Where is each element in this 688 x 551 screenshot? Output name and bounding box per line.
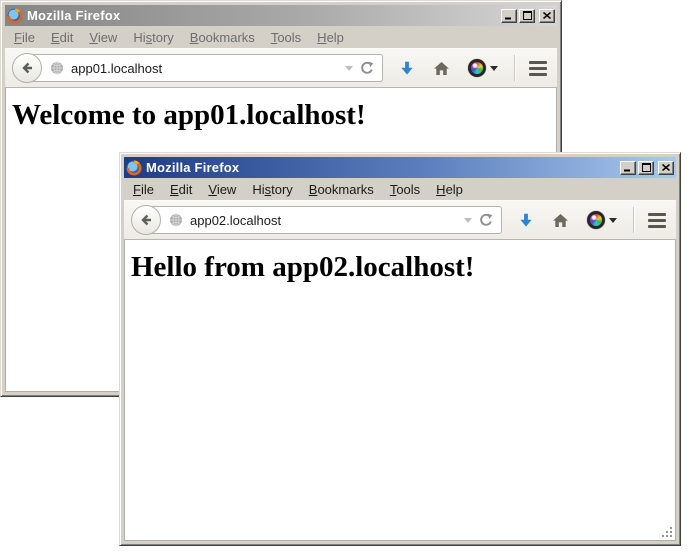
maximize-button[interactable] xyxy=(638,161,654,175)
close-icon xyxy=(543,12,551,19)
page-heading: Welcome to app01.localhost! xyxy=(12,99,550,132)
back-arrow-icon xyxy=(19,60,35,76)
navigation-toolbar: app01.localhost xyxy=(5,48,557,88)
download-button[interactable] xyxy=(518,213,534,228)
firefox-logo-icon xyxy=(7,8,23,24)
close-icon xyxy=(662,164,670,171)
navigation-toolbar: app02.localhost xyxy=(124,200,676,240)
minimize-icon xyxy=(505,11,513,20)
url-bar[interactable]: app01.localhost xyxy=(26,54,383,82)
color-wheel-icon xyxy=(468,59,486,77)
menu-item-view[interactable]: View xyxy=(82,28,124,47)
toolbar-separator xyxy=(633,207,634,233)
desktop: Mozilla Firefox File Edit View History B… xyxy=(0,0,688,551)
menu-bar: File Edit View History Bookmarks Tools H… xyxy=(124,178,676,200)
urlbar-dropdown-icon[interactable] xyxy=(464,218,472,227)
download-arrow-icon xyxy=(518,213,534,228)
menu-item-tools[interactable]: Tools xyxy=(264,28,308,47)
toolbar-button-group xyxy=(518,211,617,229)
menu-item-file[interactable]: File xyxy=(7,28,42,47)
toolbar-separator xyxy=(514,55,515,81)
menu-panel-button[interactable] xyxy=(648,213,666,228)
download-arrow-icon xyxy=(399,61,415,76)
resize-grip[interactable] xyxy=(660,525,674,539)
menu-item-history[interactable]: History xyxy=(245,180,299,199)
addon-button[interactable] xyxy=(468,59,498,77)
chevron-down-icon xyxy=(490,66,498,75)
globe-icon xyxy=(50,61,64,75)
back-button[interactable] xyxy=(131,205,161,235)
hamburger-menu-icon xyxy=(648,213,666,216)
menu-panel-button[interactable] xyxy=(529,61,547,76)
chevron-down-icon xyxy=(609,218,617,227)
menu-item-bookmarks[interactable]: Bookmarks xyxy=(302,180,381,199)
minimize-button[interactable] xyxy=(501,9,517,23)
firefox-logo-icon xyxy=(126,160,142,176)
title-bar[interactable]: Mozilla Firefox xyxy=(5,5,557,26)
home-button[interactable] xyxy=(433,61,450,76)
page-heading: Hello from app02.localhost! xyxy=(131,251,669,284)
urlbar-dropdown-icon[interactable] xyxy=(345,66,353,75)
home-icon xyxy=(552,213,569,228)
download-button[interactable] xyxy=(399,61,415,76)
menu-item-edit[interactable]: Edit xyxy=(44,28,80,47)
menu-item-history[interactable]: History xyxy=(126,28,180,47)
menu-item-file[interactable]: File xyxy=(126,180,161,199)
hamburger-menu-icon xyxy=(529,61,547,64)
back-arrow-icon xyxy=(138,212,154,228)
minimize-icon xyxy=(624,163,632,172)
maximize-icon xyxy=(523,11,532,20)
url-text[interactable]: app02.localhost xyxy=(190,213,457,228)
menu-item-edit[interactable]: Edit xyxy=(163,180,199,199)
window-controls xyxy=(501,9,555,23)
maximize-icon xyxy=(642,163,651,172)
menu-bar: File Edit View History Bookmarks Tools H… xyxy=(5,26,557,48)
menu-item-view[interactable]: View xyxy=(201,180,243,199)
reload-icon[interactable] xyxy=(360,61,374,75)
url-bar[interactable]: app02.localhost xyxy=(145,206,502,234)
window-title: Mozilla Firefox xyxy=(146,160,616,175)
window-title: Mozilla Firefox xyxy=(27,8,497,23)
menu-item-help[interactable]: Help xyxy=(310,28,351,47)
back-button[interactable] xyxy=(12,53,42,83)
browser-window-app02: Mozilla Firefox File Edit View History B… xyxy=(119,152,681,546)
maximize-button[interactable] xyxy=(519,9,535,23)
reload-icon[interactable] xyxy=(479,213,493,227)
menu-item-bookmarks[interactable]: Bookmarks xyxy=(183,28,262,47)
window-controls xyxy=(620,161,674,175)
color-wheel-icon xyxy=(587,211,605,229)
minimize-button[interactable] xyxy=(620,161,636,175)
menu-item-tools[interactable]: Tools xyxy=(383,180,427,199)
close-button[interactable] xyxy=(658,161,674,175)
globe-icon xyxy=(169,213,183,227)
page-content: Hello from app02.localhost! xyxy=(124,240,676,541)
title-bar[interactable]: Mozilla Firefox xyxy=(124,157,676,178)
home-button[interactable] xyxy=(552,213,569,228)
menu-item-help[interactable]: Help xyxy=(429,180,470,199)
addon-button[interactable] xyxy=(587,211,617,229)
toolbar-button-group xyxy=(399,59,498,77)
home-icon xyxy=(433,61,450,76)
close-button[interactable] xyxy=(539,9,555,23)
url-text[interactable]: app01.localhost xyxy=(71,61,338,76)
